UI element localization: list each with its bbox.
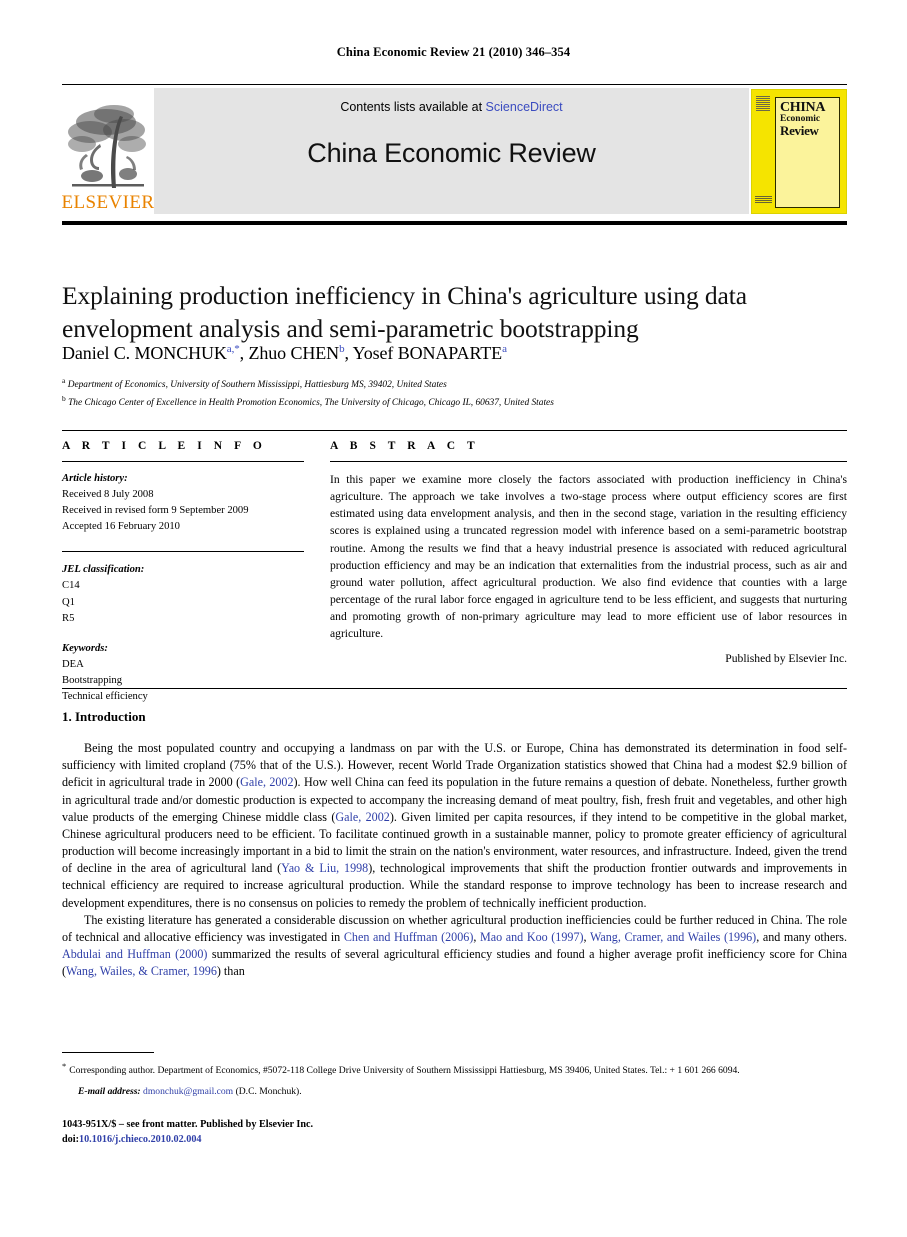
citation-yao-liu-1998[interactable]: Yao & Liu, 1998 [281,861,368,875]
paragraph-1: Being the most populated country and occ… [62,740,847,912]
masthead-divider [62,221,847,226]
citation-gale-2002[interactable]: Gale, 2002 [335,810,389,824]
footnote-block: * Corresponding author. Department of Eco… [62,1060,847,1099]
abstract-heading: A B S T R A C T [330,440,480,452]
publisher-logo: ELSEVIER [62,88,154,214]
running-head: China Economic Review 21 (2010) 346–354 [336,45,571,59]
cover-title-line1: CHINA [780,99,826,115]
abstract-underline [330,461,847,462]
keyword-item: Technical efficiency [62,691,148,703]
history-received: Received 8 July 2008 [62,489,154,501]
article-info-underline [62,461,304,462]
jel-code: C14 [62,580,80,592]
sciencedirect-link[interactable]: ScienceDirect [486,100,563,114]
article-info-heading: A R T I C L E I N F O [62,440,267,452]
author-name: Yosef BONAPARTE [352,343,503,363]
affiliation-list: a Department of Economics, University of… [62,375,847,410]
paragraph-2: The existing literature has generated a … [62,912,847,981]
copyright-block: 1043-951X/$ – see front matter. Publishe… [62,1118,662,1148]
citation-abdulai-huffman-2000[interactable]: Abdulai and Huffman (2000) [62,947,207,961]
citation-gale-2002[interactable]: Gale, 2002 [240,775,293,789]
jel-code: Q1 [62,596,75,608]
keyword-item: DEA [62,658,84,670]
history-revised: Received in revised form 9 September 200… [62,505,249,517]
footnote-corresponding-author: * Corresponding author. Department of Eco… [62,1060,847,1079]
affiliation-item: a Department of Economics, University of… [62,375,847,393]
author-marks[interactable]: a,* [227,343,240,355]
footnote-email-line: E-mail address: dmonchuk@gmail.com (D.C.… [62,1085,847,1099]
history-accepted: Accepted 16 February 2010 [62,521,180,533]
citation-mao-koo-1997[interactable]: Mao and Koo (1997) [480,930,584,944]
cover-title: CHINA Economic Review [777,99,839,139]
jel-classification-group: JEL classification: C14 Q1 R5 [62,562,304,626]
p2-part-b: , [473,929,480,944]
author-name: Zhuo CHEN [248,343,340,363]
article-history-label: Article history: [62,473,128,484]
affiliation-mark: a [62,376,66,385]
contents-available-line: Contents lists available at ScienceDirec… [154,100,749,114]
doi-link[interactable]: 10.1016/j.chieco.2010.02.004 [79,1134,202,1145]
author-marks[interactable]: a [502,343,507,355]
affiliation-mark: b [62,393,66,403]
page-title: Explaining production inefficiency in Ch… [62,281,747,344]
author-marks[interactable]: b [339,343,345,355]
email-suffix: (D.C. Monchuk). [235,1085,302,1097]
citation-wang-cramer-wailes-1996[interactable]: Wang, Cramer, and Wailes (1996) [590,930,756,944]
jel-label: JEL classification: [62,564,145,576]
journal-cover-thumbnail: CHINA Economic Review [749,88,847,214]
citation-wang-wailes-cramer-1996[interactable]: Wang, Wailes, & Cramer, 1996 [66,964,217,978]
footnote-star-mark: * [62,1061,67,1071]
keyword-item: Bootstrapping [62,674,123,686]
citation-chen-huffman-2006[interactable]: Chen and Huffman (2006) [344,930,474,944]
author-name: Daniel C. MONCHUK [62,343,227,363]
body-content: Being the most populated country and occ… [62,740,847,980]
panel-top-divider [62,430,847,432]
journal-masthead: ELSEVIER Contents lists available at Sci… [62,84,847,216]
elsevier-tree-icon [66,100,150,192]
abstract-text: In this paper we examine more closely th… [330,473,847,641]
doi-line: doi:10.1016/j.chieco.2010.02.004 [62,1133,662,1148]
article-history-group: Article history: Received 8 July 2008 Re… [62,471,304,535]
section-heading-introduction: 1. Introduction [62,709,146,724]
footnote-corresponding-text: Corresponding author. Department of Econ… [69,1065,740,1077]
affiliation-text: Department of Economics, University of S… [67,380,447,391]
issn-front-matter: 1043-951X/$ – see front matter. Publishe… [62,1119,314,1130]
p2-part-d: , and many others. [756,929,847,944]
cover-title-line3: Review [780,123,819,139]
email-link[interactable]: dmonchuk@gmail.com [143,1086,233,1097]
cover-barcode-bottom-icon [755,195,772,204]
p2-part-f: ) than [216,964,245,979]
elsevier-wordmark: ELSEVIER [61,192,155,213]
keywords-label: Keywords: [62,642,108,654]
jel-code: R5 [62,612,75,624]
affiliation-text: The Chicago Center of Excellence in Heal… [68,397,554,408]
contents-prefix: Contents lists available at [340,100,486,114]
doi-label: doi: [62,1133,79,1145]
article-info-column: A R T I C L E I N F O Article history: R… [62,440,304,705]
footnote-divider [62,1052,154,1053]
abstract-publisher-line: Published by Elsevier Inc. [725,651,847,665]
keywords-group: Keywords: DEA Bootstrapping Technical ef… [62,641,304,705]
journal-title: China Economic Review [307,138,596,168]
article-page: China Economic Review 21 (2010) 346–354 [0,0,907,1237]
affiliation-item: b The Chicago Center of Excellence in He… [62,393,847,411]
panel-bottom-divider [62,688,847,690]
author-list: Daniel C. MONCHUKa,*, Zhuo CHENb, Yosef … [62,343,507,363]
abstract-column: A B S T R A C T In this paper we examine… [330,440,847,665]
contents-bar: Contents lists available at ScienceDirec… [154,88,749,214]
cover-barcode-top-icon [756,95,770,112]
article-info-separator [62,551,304,553]
email-label: E-mail address: [78,1085,141,1097]
